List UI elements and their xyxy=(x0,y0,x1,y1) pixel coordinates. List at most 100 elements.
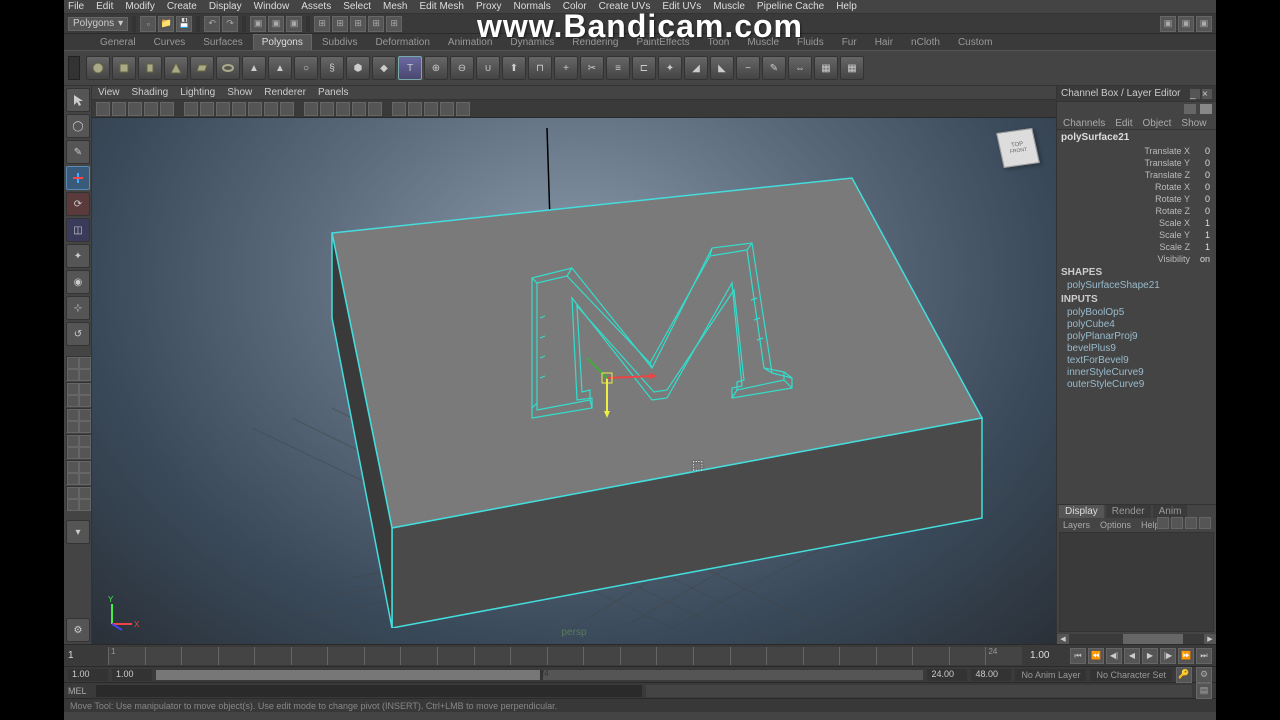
split-button[interactable]: ✂ xyxy=(580,56,604,80)
smooth-shade-button[interactable] xyxy=(320,102,334,116)
layout-two-side-button[interactable] xyxy=(66,408,90,432)
save-scene-button[interactable]: 💾 xyxy=(176,16,192,32)
safe-title-button[interactable] xyxy=(280,102,294,116)
panel-view-menu[interactable]: View xyxy=(98,87,120,98)
viewport-extra-1[interactable] xyxy=(440,102,454,116)
menu-select[interactable]: Select xyxy=(343,1,371,12)
tab-ncloth[interactable]: nCloth xyxy=(903,35,948,50)
add-to-layer-button[interactable] xyxy=(1199,517,1211,529)
poly-pyramid-button[interactable]: ▲ xyxy=(268,56,292,80)
attr-rz-label[interactable]: Rotate Z xyxy=(1155,206,1190,216)
tool-settings-button[interactable]: ⚙ xyxy=(66,618,90,642)
minimize-icon[interactable]: _ xyxy=(1190,89,1200,99)
selected-object-name[interactable]: polySurface21 xyxy=(1057,130,1216,145)
layout-two-stacked-button[interactable] xyxy=(66,434,90,458)
poly-prism-button[interactable]: ▲ xyxy=(242,56,266,80)
attr-tx-label[interactable]: Translate X xyxy=(1144,146,1190,156)
menu-file[interactable]: File xyxy=(68,1,84,12)
step-back-key-button[interactable]: ⏪ xyxy=(1088,648,1104,664)
scroll-thumb[interactable] xyxy=(1123,634,1183,644)
script-editor-button[interactable]: ▤ xyxy=(1196,683,1212,699)
edit-menu[interactable]: Edit xyxy=(1115,118,1132,127)
poly-helix-button[interactable]: § xyxy=(320,56,344,80)
module-selector[interactable]: Polygons▾ xyxy=(68,17,128,31)
attr-rx-value[interactable]: 0 xyxy=(1194,182,1210,192)
attr-sz-value[interactable]: 1 xyxy=(1194,242,1210,252)
menu-modify[interactable]: Modify xyxy=(125,1,154,12)
panel-renderer-menu[interactable]: Renderer xyxy=(264,87,306,98)
tab-surfaces[interactable]: Surfaces xyxy=(195,35,250,50)
input-node[interactable]: innerStyleCurve9 xyxy=(1057,367,1216,379)
menu-create[interactable]: Create xyxy=(167,1,197,12)
input-node[interactable]: polyCube4 xyxy=(1057,319,1216,331)
input-node[interactable]: bevelPlus9 xyxy=(1057,343,1216,355)
input-node[interactable]: textForBevel9 xyxy=(1057,355,1216,367)
mirror-button[interactable]: ⇔ xyxy=(788,56,812,80)
2d-pan-button[interactable] xyxy=(144,102,158,116)
grease-pencil-button[interactable] xyxy=(160,102,174,116)
render-button[interactable]: ▣ xyxy=(1160,16,1176,32)
play-back-button[interactable]: ◀ xyxy=(1124,648,1140,664)
film-gate-button[interactable] xyxy=(200,102,214,116)
bevel-button[interactable]: ◣ xyxy=(710,56,734,80)
layer-up-button[interactable] xyxy=(1171,517,1183,529)
layer-scrollbar[interactable]: ◀ ▶ xyxy=(1057,634,1216,644)
scroll-left-button[interactable]: ◀ xyxy=(1057,634,1069,644)
channelbox-mode-2[interactable] xyxy=(1200,104,1212,114)
current-frame-field[interactable]: 1.00 xyxy=(1026,650,1066,661)
tab-general[interactable]: General xyxy=(92,35,144,50)
attr-ty-label[interactable]: Translate Y xyxy=(1144,158,1190,168)
menu-help[interactable]: Help xyxy=(836,1,857,12)
layer-tab-render[interactable]: Render xyxy=(1106,505,1151,518)
move-tool[interactable] xyxy=(66,166,90,190)
new-scene-button[interactable]: ▫ xyxy=(140,16,156,32)
xray-button[interactable] xyxy=(392,102,406,116)
bookmark-button[interactable] xyxy=(112,102,126,116)
menu-editmesh[interactable]: Edit Mesh xyxy=(419,1,463,12)
attr-ty-value[interactable]: 0 xyxy=(1194,158,1210,168)
insertloop-button[interactable]: ≡ xyxy=(606,56,630,80)
input-node[interactable]: outerStyleCurve9 xyxy=(1057,379,1216,391)
attr-vis-label[interactable]: Visibility xyxy=(1158,254,1190,264)
tab-fur[interactable]: Fur xyxy=(834,35,865,50)
render-settings-button[interactable]: ▣ xyxy=(1196,16,1212,32)
select-component-button[interactable]: ▣ xyxy=(286,16,302,32)
tab-polygons[interactable]: Polygons xyxy=(253,34,312,50)
channels-menu[interactable]: Channels xyxy=(1063,118,1105,127)
menu-window[interactable]: Window xyxy=(254,1,290,12)
input-node[interactable]: polyBoolOp5 xyxy=(1057,307,1216,319)
goto-start-button[interactable]: ⏮ xyxy=(1070,648,1086,664)
scroll-right-button[interactable]: ▶ xyxy=(1204,634,1216,644)
menu-mesh[interactable]: Mesh xyxy=(383,1,407,12)
gate-mask-button[interactable] xyxy=(232,102,246,116)
poly-cube-button[interactable] xyxy=(112,56,136,80)
shape-node[interactable]: polySurfaceShape21 xyxy=(1057,280,1216,292)
tab-curves[interactable]: Curves xyxy=(146,35,194,50)
close-icon[interactable]: × xyxy=(1202,89,1212,99)
attr-tz-label[interactable]: Translate Z xyxy=(1145,170,1190,180)
attr-tz-value[interactable]: 0 xyxy=(1194,170,1210,180)
layout-single-button[interactable] xyxy=(66,356,90,380)
shelf-collapse-button[interactable] xyxy=(68,56,80,80)
snap-live-button[interactable]: ⊞ xyxy=(386,16,402,32)
undo-button[interactable]: ↶ xyxy=(204,16,220,32)
lasso-tool[interactable]: ◯ xyxy=(66,114,90,138)
panel-shading-menu[interactable]: Shading xyxy=(132,87,169,98)
last-tool[interactable]: ↺ xyxy=(66,322,90,346)
time-track[interactable]: 1 24 xyxy=(108,647,1022,665)
poke-button[interactable]: ✦ xyxy=(658,56,682,80)
poly-cylinder-button[interactable] xyxy=(138,56,162,80)
isolate-button[interactable] xyxy=(408,102,422,116)
soft-mod-tool[interactable]: ◉ xyxy=(66,270,90,294)
layout-four-button[interactable] xyxy=(66,382,90,406)
wireframe-button[interactable] xyxy=(304,102,318,116)
poly-pipe-button[interactable]: ○ xyxy=(294,56,318,80)
booleans-button[interactable]: ∪ xyxy=(476,56,500,80)
combine-button[interactable]: ⊕ xyxy=(424,56,448,80)
channelbox-mode-1[interactable] xyxy=(1184,104,1196,114)
attr-sy-label[interactable]: Scale Y xyxy=(1159,230,1190,240)
attr-rz-value[interactable]: 0 xyxy=(1194,206,1210,216)
autokey-button[interactable]: 🔑 xyxy=(1176,667,1192,683)
viewport-3d[interactable]: TOPFRONT YX ⬚ persp xyxy=(92,118,1056,644)
anim-layer-dropdown[interactable]: No Anim Layer xyxy=(1015,669,1086,681)
